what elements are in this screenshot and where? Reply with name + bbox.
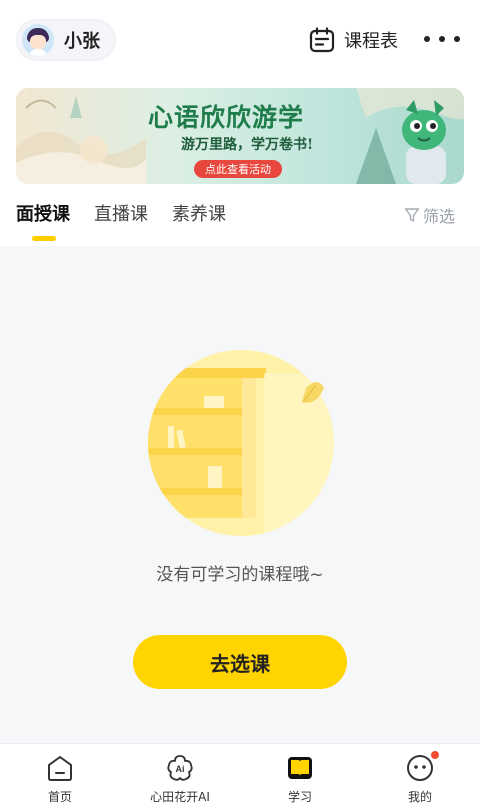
filter-label: 筛选 (423, 207, 456, 226)
promo-banner[interactable]: 心语欣欣游学 游万里路，学万卷书! 点此查看活动 (16, 88, 464, 184)
nav-profile-label: 我的 (407, 790, 432, 804)
more-menu-button[interactable] (424, 27, 460, 51)
tab-live[interactable]: 直播课 (94, 200, 148, 230)
profile-icon (407, 755, 433, 781)
nav-profile[interactable]: 我的 (360, 744, 480, 811)
nav-ai-label: 心田花开AI (150, 790, 210, 804)
banner-title: 心语欣欣游学 (148, 103, 305, 132)
home-icon (48, 756, 72, 781)
select-course-button[interactable]: 去选课 (133, 635, 347, 689)
user-profile-pill[interactable]: 小张 (16, 19, 116, 61)
ai-flower-icon: Ai (167, 755, 193, 781)
calendar-icon (309, 27, 335, 53)
more-dots-icon (424, 36, 430, 42)
banner-cta-button[interactable]: 点此查看活动 (194, 160, 282, 178)
filter-icon (404, 208, 420, 222)
filter-button[interactable]: 筛选 (404, 203, 455, 227)
notification-badge (431, 751, 439, 759)
banner-subtitle: 游万里路，学万卷书! (181, 137, 314, 153)
mascot-illustration (356, 88, 464, 184)
empty-bookshelf-illustration (148, 350, 334, 536)
svg-text:Ai: Ai (176, 764, 185, 774)
empty-state-message: 没有可学习的课程哦~ (156, 565, 324, 585)
avatar (22, 24, 54, 56)
nav-study[interactable]: 学习 (240, 744, 360, 811)
schedule-button[interactable]: 课程表 (308, 24, 398, 56)
active-tab-indicator (32, 236, 56, 241)
tab-literacy[interactable]: 素养课 (172, 200, 226, 230)
nav-study-label: 学习 (287, 790, 312, 804)
nav-ai[interactable]: Ai 心田花开AI (120, 744, 240, 811)
banner-landscape-art (16, 96, 146, 184)
nav-home[interactable]: 首页 (0, 744, 120, 811)
tab-in-person[interactable]: 面授课 (16, 200, 70, 230)
bottom-nav: 首页 Ai 心田花开AI 学习 我的 (0, 743, 480, 811)
schedule-label: 课程表 (344, 31, 398, 52)
book-icon (288, 757, 312, 779)
nav-home-label: 首页 (47, 790, 72, 804)
user-name: 小张 (64, 31, 100, 52)
course-tabs: 面授课 直播课 素养课 (16, 200, 250, 230)
